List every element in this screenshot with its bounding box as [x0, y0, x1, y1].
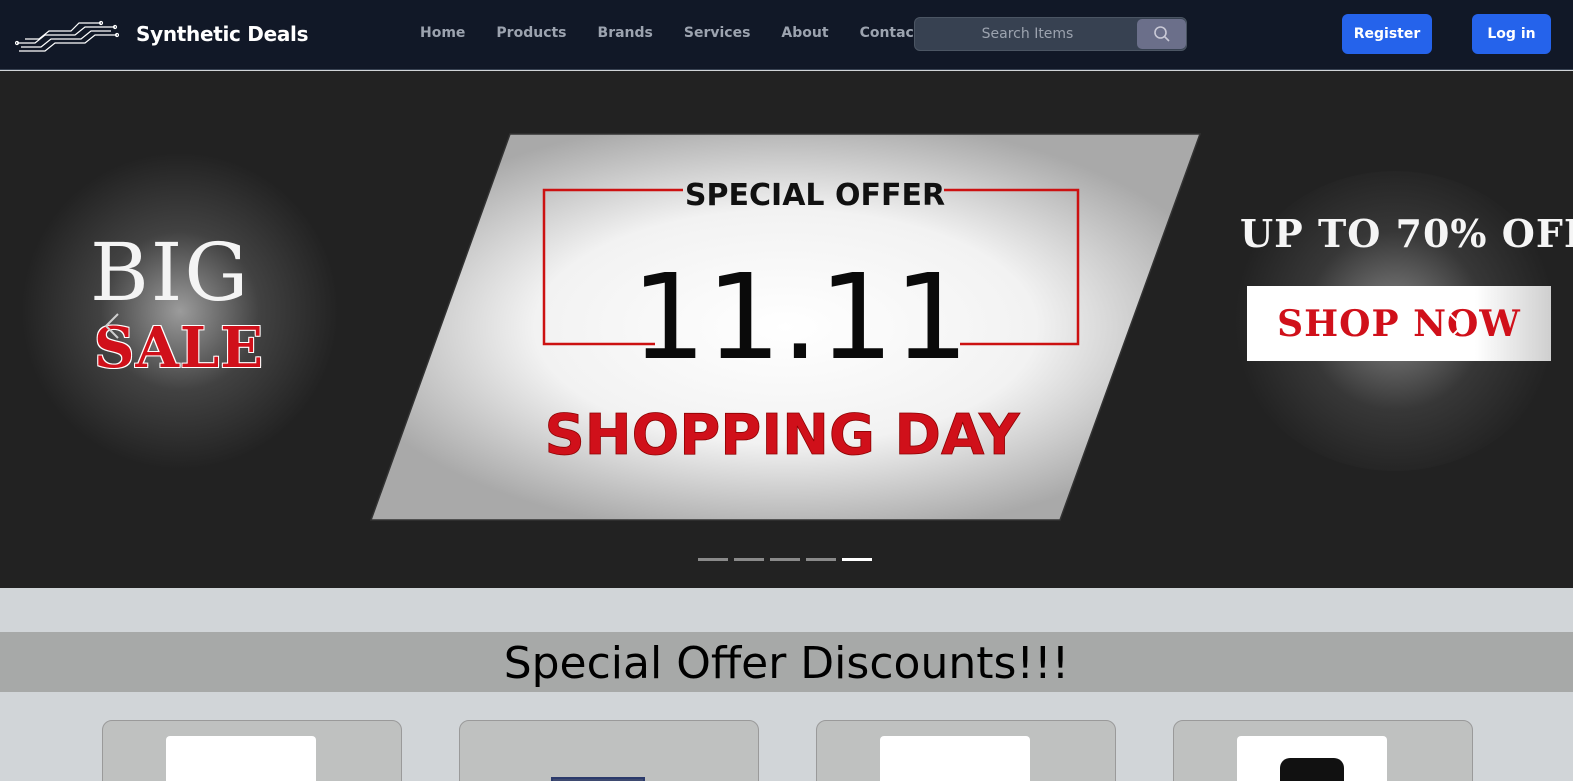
nav-link-services[interactable]: Services — [684, 25, 751, 41]
laptop-image[interactable] — [523, 736, 673, 781]
coffee-maker-body — [1280, 758, 1344, 781]
nav-link-products[interactable]: Products — [496, 25, 566, 41]
nav-link-contact[interactable]: Contact — [860, 25, 921, 41]
circuit-logo-icon[interactable] — [15, 13, 119, 53]
search-bar — [914, 17, 1187, 51]
navbar: Synthetic Deals Home Products Brands Ser… — [0, 0, 1573, 70]
search-icon — [1153, 26, 1170, 42]
carousel-prev-icon[interactable] — [100, 311, 124, 341]
nav-links: Home Products Brands Services About Cont… — [420, 25, 952, 41]
carousel-next-icon[interactable] — [1444, 311, 1468, 341]
login-button[interactable]: Log in — [1472, 14, 1551, 54]
product-image[interactable] — [166, 736, 316, 781]
coffee-maker-image[interactable] — [1237, 736, 1387, 781]
brand-name[interactable]: Synthetic Deals — [136, 22, 309, 46]
shopping-day-text: SHOPPING DAY — [544, 403, 1021, 468]
product-card[interactable] — [459, 720, 759, 781]
nav-link-home[interactable]: Home — [420, 25, 465, 41]
product-card[interactable] — [816, 720, 1116, 781]
big-text: BIG — [90, 226, 251, 319]
carousel-indicator-1[interactable] — [698, 558, 728, 561]
section-title: Special Offer Discounts!!! — [503, 638, 1070, 689]
carousel-indicator-4[interactable] — [806, 558, 836, 561]
laptop-screen-edge — [551, 777, 645, 781]
product-card[interactable] — [102, 720, 402, 781]
nav-link-about[interactable]: About — [781, 25, 828, 41]
date-text: 11.11 — [631, 248, 969, 386]
search-input[interactable] — [925, 18, 1130, 50]
carousel-indicator-2[interactable] — [734, 558, 764, 561]
carousel-indicators — [698, 558, 878, 561]
register-button[interactable]: Register — [1342, 14, 1432, 54]
shop-now-banner: SHOP NOW — [1247, 286, 1551, 361]
hero-carousel: SPECIAL OFFER 11.11 SHOPPING DAY BIG SAL… — [0, 71, 1573, 588]
discount-text: UP TO 70% OFF — [1240, 211, 1573, 256]
nav-link-brands[interactable]: Brands — [598, 25, 653, 41]
carousel-indicator-3[interactable] — [770, 558, 800, 561]
carousel-indicator-5[interactable] — [842, 558, 872, 561]
search-button[interactable] — [1137, 19, 1186, 49]
special-offer-text: SPECIAL OFFER — [685, 178, 945, 213]
product-card[interactable] — [1173, 720, 1473, 781]
product-image[interactable] — [880, 736, 1030, 781]
